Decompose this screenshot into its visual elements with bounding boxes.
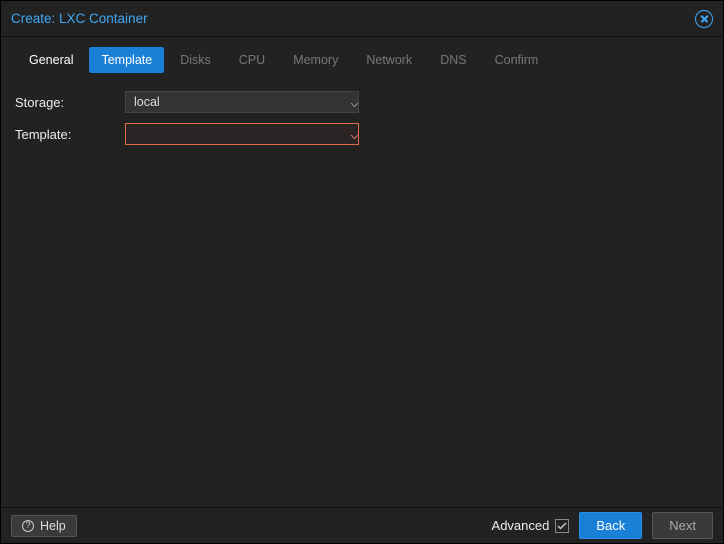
tab-cpu: CPU [227, 47, 277, 73]
create-lxc-dialog: Create: LXC Container General Template D… [0, 0, 724, 544]
tab-dns: DNS [428, 47, 478, 73]
tab-bar: General Template Disks CPU Memory Networ… [1, 37, 723, 79]
back-button[interactable]: Back [579, 512, 642, 539]
template-label: Template: [15, 127, 125, 142]
advanced-toggle[interactable]: Advanced [492, 518, 570, 533]
titlebar: Create: LXC Container [1, 1, 723, 37]
footer-right: Advanced Back Next [492, 512, 713, 539]
tab-network: Network [354, 47, 424, 73]
template-row: Template: [15, 123, 709, 145]
advanced-label: Advanced [492, 518, 550, 533]
storage-row: Storage: local [15, 91, 709, 113]
close-icon[interactable] [695, 10, 713, 28]
tab-memory: Memory [281, 47, 350, 73]
tab-confirm: Confirm [483, 47, 551, 73]
storage-value: local [134, 95, 160, 109]
footer: ? Help Advanced Back Next [1, 507, 723, 543]
content-area: Storage: local Template: [1, 79, 723, 507]
window-title: Create: LXC Container [11, 11, 148, 26]
help-button[interactable]: ? Help [11, 515, 77, 537]
tab-general[interactable]: General [17, 47, 85, 73]
tab-template[interactable]: Template [89, 47, 164, 73]
help-icon: ? [22, 520, 34, 532]
tab-disks: Disks [168, 47, 223, 73]
storage-select[interactable]: local [125, 91, 359, 113]
template-select[interactable] [125, 123, 359, 145]
help-label: Help [40, 519, 66, 533]
next-button[interactable]: Next [652, 512, 713, 539]
advanced-checkbox[interactable] [555, 519, 569, 533]
storage-label: Storage: [15, 95, 125, 110]
